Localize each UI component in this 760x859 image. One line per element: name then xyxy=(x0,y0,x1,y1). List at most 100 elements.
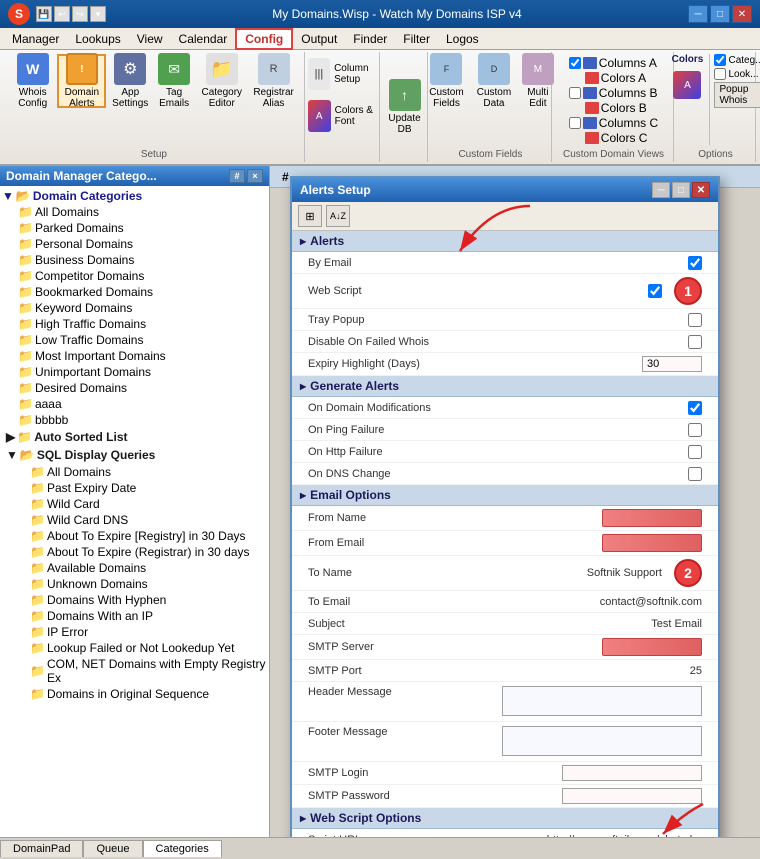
tree-item-unimportant[interactable]: 📁 Unimportant Domains xyxy=(2,364,267,380)
tree-item-lookup-failed[interactable]: 📁 Lookup Failed or Not Lookedup Yet xyxy=(2,640,267,656)
by-email-checkbox[interactable] xyxy=(688,256,702,270)
columns-b-row[interactable]: Columns B xyxy=(569,86,658,100)
quick-access-dropdown[interactable]: ▾ xyxy=(90,6,106,22)
menu-lookups[interactable]: Lookups xyxy=(67,30,128,48)
tree-item-ip-domain[interactable]: 📁 Domains With an IP xyxy=(2,608,267,624)
colors-b-row[interactable]: Colors B xyxy=(569,101,658,115)
domain-mod-checkbox[interactable] xyxy=(688,401,702,415)
status-tab-domainpad[interactable]: DomainPad xyxy=(0,840,83,857)
tree-item-original-sequence[interactable]: 📁 Domains in Original Sequence xyxy=(2,686,267,702)
tray-popup-checkbox[interactable] xyxy=(688,313,702,327)
status-tab-categories[interactable]: Categories xyxy=(143,840,222,857)
tree-item-business[interactable]: 📁 Business Domains xyxy=(2,252,267,268)
registrar-alias-btn[interactable]: R Registrar Alias xyxy=(249,54,297,108)
panel-close-btn[interactable]: × xyxy=(247,169,263,183)
tree-item-desired[interactable]: 📁 Desired Domains xyxy=(2,380,267,396)
smtp-password-input[interactable] xyxy=(562,788,702,804)
dialog-close-btn[interactable]: ✕ xyxy=(692,182,710,198)
custom-fields-btn[interactable]: F Custom Fields xyxy=(423,54,470,108)
tree-group-sql[interactable]: ▼ 📂 SQL Display Queries xyxy=(2,446,267,464)
popup-whois-btn[interactable]: Popup Whois xyxy=(714,82,760,108)
tree-item-unknown[interactable]: 📁 Unknown Domains xyxy=(2,576,267,592)
app-settings-btn[interactable]: ⚙ App Settings xyxy=(108,54,152,108)
menu-manager[interactable]: Manager xyxy=(4,30,67,48)
menu-filter[interactable]: Filter xyxy=(395,30,438,48)
tree-item-parked[interactable]: 📁 Parked Domains xyxy=(2,220,267,236)
tree-item-expire-registrar[interactable]: 📁 About To Expire (Registrar) in 30 days xyxy=(2,544,267,560)
columns-a-checkbox[interactable] xyxy=(569,57,581,69)
colors-main-btn[interactable]: A xyxy=(667,67,707,103)
categ-checkbox[interactable] xyxy=(714,54,726,66)
look-checkbox[interactable] xyxy=(714,68,726,80)
dns-change-checkbox[interactable] xyxy=(688,467,702,481)
update-db-btn[interactable]: ↑ Update DB xyxy=(383,54,425,160)
tree-item-aaaa[interactable]: 📁 aaaa xyxy=(2,396,267,412)
ping-failure-checkbox[interactable] xyxy=(688,423,702,437)
smtp-login-input[interactable] xyxy=(562,765,702,781)
tree-item-all-domains[interactable]: 📁 All Domains xyxy=(2,204,267,220)
tree-item-sql-all[interactable]: 📁 All Domains xyxy=(2,464,267,480)
sort-az-icon[interactable]: A↓Z xyxy=(326,205,350,227)
colors-c-row[interactable]: Colors C xyxy=(569,131,658,145)
footer-message-textarea[interactable] xyxy=(502,726,702,756)
tree-item-personal[interactable]: 📁 Personal Domains xyxy=(2,236,267,252)
colors-font-btn[interactable]: A Colors & Font xyxy=(303,96,383,136)
sort-icon[interactable]: ⊞ xyxy=(298,205,322,227)
tree-item-ip-error[interactable]: 📁 IP Error xyxy=(2,624,267,640)
tree-item-high-traffic[interactable]: 📁 High Traffic Domains xyxy=(2,316,267,332)
disable-failed-whois-checkbox[interactable] xyxy=(688,335,702,349)
columns-a-row[interactable]: Columns A xyxy=(569,56,658,70)
whois-config-btn[interactable]: W Whois Config xyxy=(10,54,55,108)
custom-data-btn[interactable]: D Custom Data xyxy=(472,54,516,108)
look-row[interactable]: Look... xyxy=(714,68,760,80)
tree-root[interactable]: ▼ 📂 Domain Categories xyxy=(2,188,267,204)
tree-item-most-important[interactable]: 📁 Most Important Domains xyxy=(2,348,267,364)
menu-output[interactable]: Output xyxy=(293,30,345,48)
maximize-btn[interactable]: □ xyxy=(710,5,730,23)
tree-item-past-expiry[interactable]: 📁 Past Expiry Date xyxy=(2,480,267,496)
tree-item-expire-registry[interactable]: 📁 About To Expire [Registry] in 30 Days xyxy=(2,528,267,544)
domain-alerts-btn[interactable]: ! Domain Alerts xyxy=(57,54,106,108)
columns-c-row[interactable]: Columns C xyxy=(569,116,658,130)
multi-edit-btn[interactable]: M Multi Edit xyxy=(518,54,558,108)
menu-calendar[interactable]: Calendar xyxy=(171,30,236,48)
tree-item-competitor[interactable]: 📁 Competitor Domains xyxy=(2,268,267,284)
tree-item-wild-card-dns[interactable]: 📁 Wild Card DNS xyxy=(2,512,267,528)
colors-a-row[interactable]: Colors A xyxy=(569,71,658,85)
tag-emails-btn[interactable]: ✉ Tag Emails xyxy=(154,54,194,108)
dialog-minimize-btn[interactable]: ─ xyxy=(652,182,670,198)
categ-row[interactable]: Categ... xyxy=(714,54,760,66)
tree-item-wild-card[interactable]: 📁 Wild Card xyxy=(2,496,267,512)
dialog-scroll-content[interactable]: ▶ Alerts By Email Web Script 1 xyxy=(292,231,718,837)
dialog-maximize-btn[interactable]: □ xyxy=(672,182,690,198)
column-setup-btn[interactable]: ||| Column Setup xyxy=(303,54,383,94)
quick-access-1[interactable]: 💾 xyxy=(36,6,52,22)
panel-pin-btn[interactable]: # xyxy=(229,169,245,183)
tree-item-keyword[interactable]: 📁 Keyword Domains xyxy=(2,300,267,316)
tree-group-auto-sorted[interactable]: ▶ 📁 Auto Sorted List xyxy=(2,428,267,446)
menu-finder[interactable]: Finder xyxy=(345,30,395,48)
columns-c-checkbox[interactable] xyxy=(569,117,581,129)
close-btn[interactable]: ✕ xyxy=(732,5,752,23)
web-script-checkbox[interactable] xyxy=(648,284,662,298)
minimize-btn[interactable]: ─ xyxy=(688,5,708,23)
tree-item-hyphen[interactable]: 📁 Domains With Hyphen xyxy=(2,592,267,608)
menu-config[interactable]: Config xyxy=(235,28,293,50)
popup-whois-row[interactable]: Popup Whois xyxy=(714,82,760,108)
menu-view[interactable]: View xyxy=(129,30,171,48)
tree-item-bookmarked[interactable]: 📁 Bookmarked Domains xyxy=(2,284,267,300)
expiry-highlight-input[interactable] xyxy=(642,356,702,372)
tree-item-low-traffic[interactable]: 📁 Low Traffic Domains xyxy=(2,332,267,348)
menu-logos[interactable]: Logos xyxy=(438,30,487,48)
header-message-textarea[interactable] xyxy=(502,686,702,716)
toolbar-setup-group: W Whois Config ! Domain Alerts ⚙ App Set… xyxy=(4,52,305,162)
http-failure-checkbox[interactable] xyxy=(688,445,702,459)
category-editor-btn[interactable]: 📁 Category Editor xyxy=(196,54,247,108)
columns-b-checkbox[interactable] xyxy=(569,87,581,99)
tree-item-available[interactable]: 📁 Available Domains xyxy=(2,560,267,576)
tree-item-bbbbb[interactable]: 📁 bbbbb xyxy=(2,412,267,428)
quick-access-2[interactable]: ↩ xyxy=(54,6,70,22)
tree-item-com-net[interactable]: 📁 COM, NET Domains with Empty Registry E… xyxy=(2,656,267,686)
status-tab-queue[interactable]: Queue xyxy=(83,840,142,857)
quick-access-3[interactable]: ↪ xyxy=(72,6,88,22)
